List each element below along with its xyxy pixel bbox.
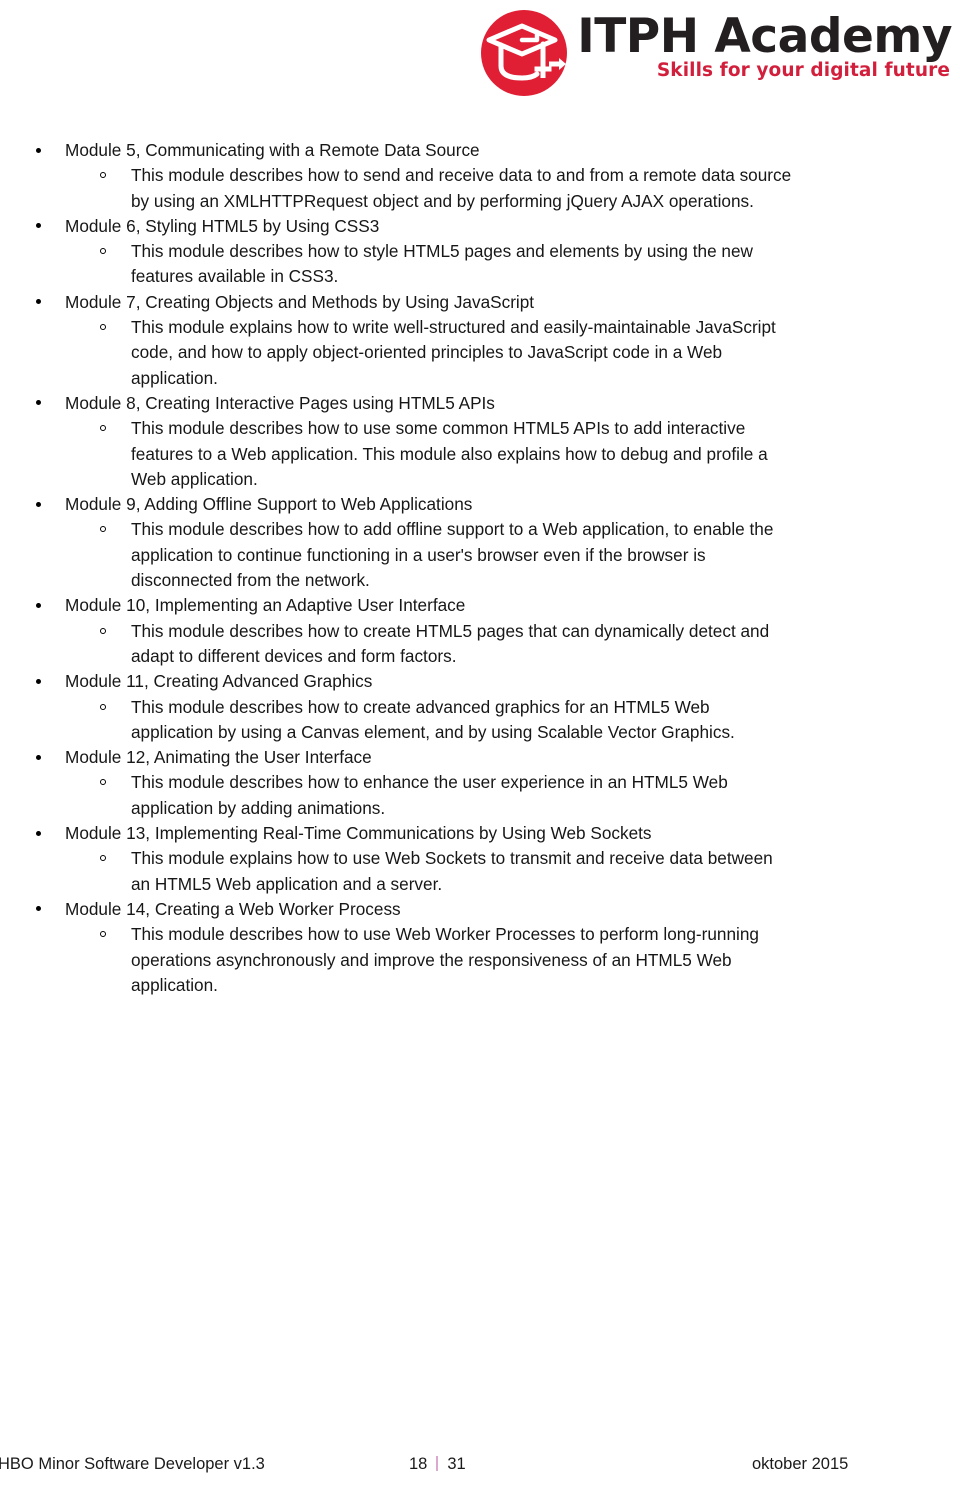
footer-document-title: HBO Minor Software Developer v1.3 bbox=[0, 1455, 265, 1473]
module-title: Module 7, Creating Objects and Methods b… bbox=[65, 291, 535, 312]
bullet-circle-icon bbox=[100, 855, 106, 862]
bullet-disc-icon bbox=[36, 830, 41, 836]
list-item: This module describes how to style HTML5… bbox=[0, 239, 960, 290]
bullet-circle-icon bbox=[100, 931, 106, 938]
module-description: This module describes how to style HTML5… bbox=[131, 241, 753, 287]
list-item: This module describes how to enhance the… bbox=[0, 770, 960, 821]
bullet-disc-icon bbox=[36, 754, 41, 760]
module-description: This module describes how to create HTML… bbox=[131, 620, 770, 666]
module-description: This module describes how to create adva… bbox=[131, 696, 735, 742]
list-item: Module 7, Creating Objects and Methods b… bbox=[0, 290, 960, 315]
page-footer: HBO Minor Software Developer v1.3 18 31 … bbox=[0, 1451, 960, 1477]
list-item: Module 12, Animating the User Interface bbox=[0, 745, 960, 770]
module-title: Module 11, Creating Advanced Graphics bbox=[65, 671, 373, 692]
module-description: This module describes how to add offline… bbox=[131, 519, 774, 591]
brand-tagline: Skills for your digital future bbox=[656, 60, 950, 81]
page-separator-icon bbox=[436, 1456, 439, 1471]
module-title: Module 12, Animating the User Interface bbox=[65, 747, 372, 768]
list-item: Module 10, Implementing an Adaptive User… bbox=[0, 593, 960, 618]
list-item: This module describes how to send and re… bbox=[0, 163, 960, 214]
bullet-disc-icon bbox=[36, 678, 41, 684]
list-item: Module 5, Communicating with a Remote Da… bbox=[0, 138, 960, 163]
list-item: This module describes how to create adva… bbox=[0, 695, 960, 746]
module-title: Module 8, Creating Interactive Pages usi… bbox=[65, 392, 495, 413]
module-title: Module 9, Adding Offline Support to Web … bbox=[65, 494, 473, 515]
bullet-circle-icon bbox=[100, 526, 106, 533]
bullet-circle-icon bbox=[100, 779, 106, 786]
bullet-disc-icon bbox=[36, 501, 41, 507]
list-item: This module describes how to create HTML… bbox=[0, 619, 960, 670]
list-item: This module explains how to use Web Sock… bbox=[0, 846, 960, 897]
list-item: Module 6, Styling HTML5 by Using CSS3 bbox=[0, 214, 960, 239]
list-item: This module describes how to use Web Wor… bbox=[0, 922, 960, 998]
brand-logo: ITPH Academy Skills for your digital fut… bbox=[477, 6, 952, 106]
footer-page-number: 18 31 bbox=[409, 1451, 466, 1477]
footer-date: oktober 2015 bbox=[752, 1455, 849, 1473]
module-title: Module 6, Styling HTML5 by Using CSS3 bbox=[65, 215, 380, 236]
module-list: Module 5, Communicating with a Remote Da… bbox=[0, 138, 960, 998]
bullet-circle-icon bbox=[100, 703, 106, 710]
list-item: This module describes how to add offline… bbox=[0, 517, 960, 593]
bullet-disc-icon bbox=[36, 223, 41, 229]
bullet-disc-icon bbox=[36, 400, 41, 406]
module-title: Module 13, Implementing Real-Time Commun… bbox=[65, 823, 652, 844]
module-description: This module describes how to send and re… bbox=[131, 165, 792, 211]
list-item: Module 9, Adding Offline Support to Web … bbox=[0, 492, 960, 517]
graduation-cap-arrow-logo-icon bbox=[477, 6, 571, 100]
bullet-circle-icon bbox=[100, 425, 106, 432]
brand-wordmark: ITPH Academy Skills for your digital fut… bbox=[577, 6, 952, 82]
module-title: Module 10, Implementing an Adaptive User… bbox=[65, 595, 466, 616]
page-total: 31 bbox=[447, 1455, 466, 1473]
list-item: This module describes how to use some co… bbox=[0, 416, 960, 492]
bullet-circle-icon bbox=[100, 172, 106, 179]
list-item: Module 13, Implementing Real-Time Commun… bbox=[0, 821, 960, 846]
page-current: 18 bbox=[409, 1455, 428, 1473]
page-header: ITPH Academy Skills for your digital fut… bbox=[0, 0, 960, 118]
bullet-circle-icon bbox=[100, 324, 106, 331]
module-description: This module explains how to write well-s… bbox=[131, 317, 776, 388]
list-item: Module 8, Creating Interactive Pages usi… bbox=[0, 391, 960, 416]
brand-title: ITPH Academy bbox=[577, 9, 952, 64]
bullet-circle-icon bbox=[100, 248, 106, 255]
bullet-disc-icon bbox=[36, 906, 41, 912]
bullet-disc-icon bbox=[36, 299, 41, 305]
list-item: Module 14, Creating a Web Worker Process bbox=[0, 897, 960, 922]
module-description: This module describes how to use some co… bbox=[131, 418, 768, 489]
bullet-disc-icon bbox=[36, 602, 41, 608]
module-description: This module describes how to enhance the… bbox=[131, 772, 728, 818]
module-title: Module 14, Creating a Web Worker Process bbox=[65, 898, 401, 919]
list-item: Module 11, Creating Advanced Graphics bbox=[0, 669, 960, 694]
module-description: This module describes how to use Web Wor… bbox=[131, 924, 759, 995]
bullet-circle-icon bbox=[100, 627, 106, 634]
module-description: This module explains how to use Web Sock… bbox=[131, 848, 773, 894]
list-item: This module explains how to write well-s… bbox=[0, 315, 960, 391]
module-title: Module 5, Communicating with a Remote Da… bbox=[65, 140, 480, 160]
bullet-disc-icon bbox=[36, 147, 41, 153]
